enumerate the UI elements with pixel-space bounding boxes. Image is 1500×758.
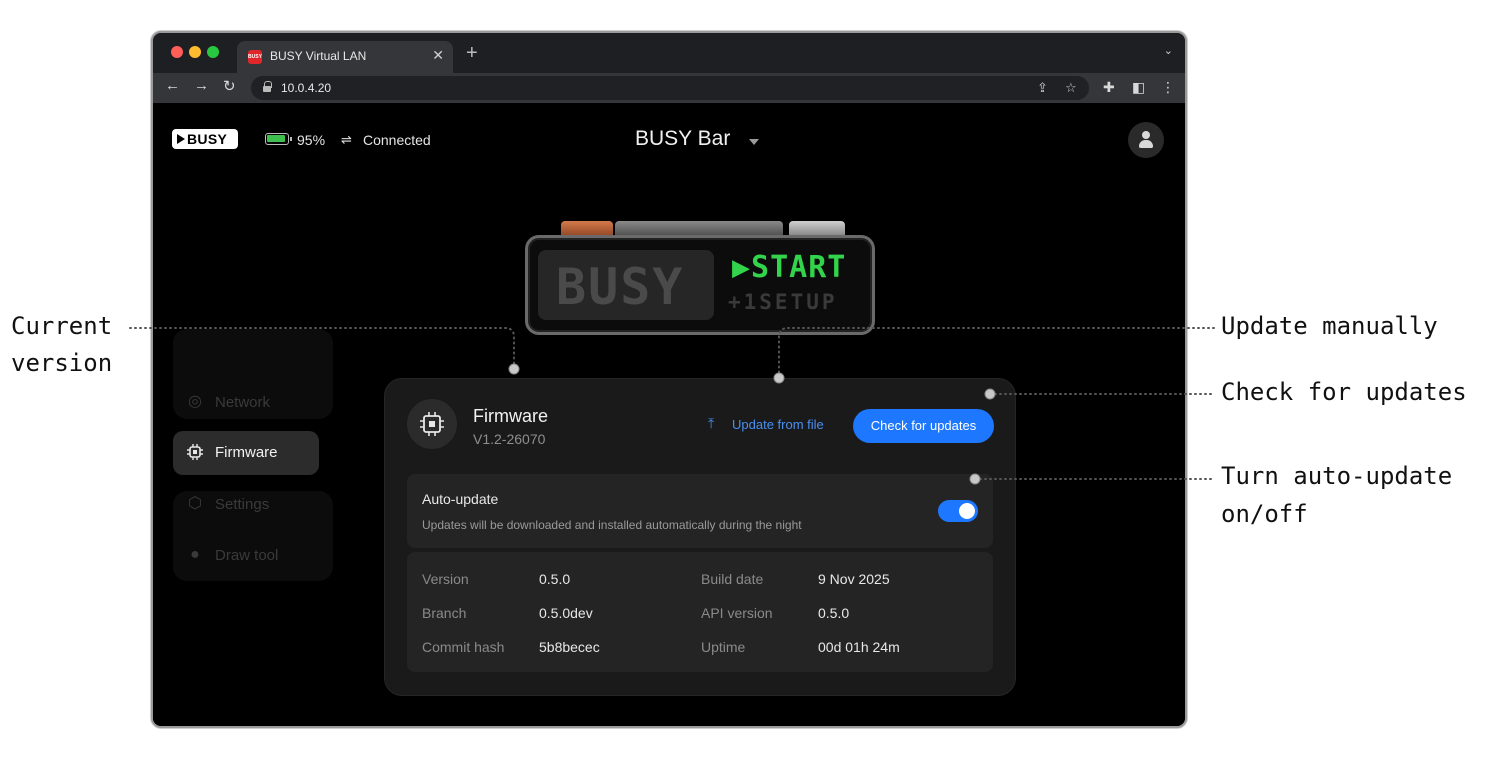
check-for-updates-button[interactable]: Check for updates [853,409,994,443]
info-label-commit-hash: Commit hash [422,639,505,655]
sidebar-item-firmware[interactable]: Firmware [173,431,319,475]
auto-update-description: Updates will be downloaded and installed… [422,518,802,532]
firmware-card: Firmware V1.2-26070 ⤒ Update from file C… [384,378,1016,696]
sidebar-item-network[interactable]: ◎ Network [173,381,319,425]
share-icon[interactable]: ⇪ [1037,80,1048,96]
bookmark-star-icon[interactable]: ☆ [1065,80,1077,96]
auto-update-panel: Auto-update Updates will be downloaded a… [407,474,993,548]
annotation-current-version-line1: Current [11,312,113,340]
info-label-build-date: Build date [701,571,764,587]
sidebar-item-label: Firmware [215,444,278,461]
browser-tab[interactable]: BUSY BUSY Virtual LAN ✕ [237,41,453,73]
battery-icon [265,133,292,145]
favicon-icon: BUSY [248,50,262,64]
info-value-uptime: 00d 01h 24m [818,639,900,655]
battery-level [267,135,286,142]
firmware-version: V1.2-26070 [473,431,546,447]
chevron-down-icon[interactable]: ⌄ [1164,44,1173,57]
forward-icon[interactable]: → [194,77,209,94]
info-value-build-date: 9 Nov 2025 [818,571,890,587]
device-screen-left: BUSY [538,250,714,320]
app-content: BUSY 95% ⇌ Connected BUSY Bar BUSY ▶STAR… [153,103,1185,726]
caret-down-icon[interactable] [749,139,759,145]
user-avatar-button[interactable] [1128,122,1164,158]
info-value-api-version: 0.5.0 [818,605,850,621]
update-from-file-label: Update from file [732,417,824,432]
sidebar-item-label: Network [215,394,271,411]
back-icon[interactable]: ← [165,77,180,94]
close-tab-icon[interactable]: ✕ [432,47,444,64]
device-screen-left-text: BUSY [556,258,685,316]
toggle-knob [959,503,975,519]
annotation-current-version-line2: version [11,349,113,377]
sidebar-item-label: Settings [215,496,270,513]
auto-update-title: Auto-update [422,491,499,507]
busy-logo: BUSY [172,129,238,149]
reload-icon[interactable]: ↻ [223,77,236,95]
connection-status: Connected [363,132,431,148]
sidebar-item-settings[interactable]: ⬡ Settings [173,483,319,527]
sidebar-item-draw-tool[interactable]: ● Draw tool [173,534,319,578]
device-screen-setup-text: +1SETUP [728,290,838,314]
upload-icon: ⤒ [708,415,715,431]
device-body: BUSY ▶START +1SETUP [525,235,875,335]
info-value-commit-hash: 5b8becec [539,639,600,655]
maximize-window-button[interactable] [207,46,219,58]
settings-icon: ⬡ [188,495,202,512]
firmware-chip-icon [407,399,457,449]
new-tab-icon[interactable]: + [466,42,478,65]
lock-icon [263,81,272,92]
firmware-info-panel: Version 0.5.0 Build date 9 Nov 2025 Bran… [407,552,993,672]
firmware-title: Firmware [473,406,548,426]
annotation-update-manually: Update manually [1221,312,1438,340]
info-label-version: Version [422,571,469,587]
extensions-icon[interactable]: ✚ [1103,79,1115,96]
tab-title: BUSY Virtual LAN [270,49,367,63]
tab-bar: BUSY BUSY Virtual LAN ✕ + ⌄ [153,33,1185,73]
network-icon: ◎ [188,393,202,410]
info-label-branch: Branch [422,605,467,621]
close-window-button[interactable] [171,46,183,58]
more-menu-icon[interactable]: ⋮ [1161,79,1175,96]
info-label-api-version: API version [701,605,773,621]
chip-icon [186,443,204,461]
address-bar[interactable]: 10.0.4.20 ⇪ ☆ [251,76,1089,100]
auto-update-toggle[interactable] [938,500,978,522]
browser-window: BUSY BUSY Virtual LAN ✕ + ⌄ ← → ↻ 10.0.4… [151,31,1187,728]
device-render: BUSY ▶START +1SETUP [525,221,875,337]
minimize-window-button[interactable] [189,46,201,58]
sidebar-toggle-icon[interactable]: ◧ [1132,79,1145,96]
annotation-auto-update-line1: Turn auto-update [1221,462,1453,490]
browser-toolbar: ← → ↻ 10.0.4.20 ⇪ ☆ ✚ ◧ ⋮ [153,73,1185,103]
palette-icon: ● [190,546,200,563]
device-screen-start-text: ▶START [732,250,847,285]
sidebar-item-label: Draw tool [215,547,279,564]
device-selector[interactable]: BUSY Bar [635,127,730,151]
url-text: 10.0.4.20 [281,81,332,95]
info-value-branch: 0.5.0dev [539,605,593,621]
annotation-check-updates: Check for updates [1221,378,1467,406]
annotation-auto-update-line2: on/off [1221,500,1308,528]
info-label-uptime: Uptime [701,639,746,655]
battery-percent: 95% [297,132,326,148]
info-value-version: 0.5.0 [539,571,571,587]
usb-icon: ⇌ [341,132,352,147]
